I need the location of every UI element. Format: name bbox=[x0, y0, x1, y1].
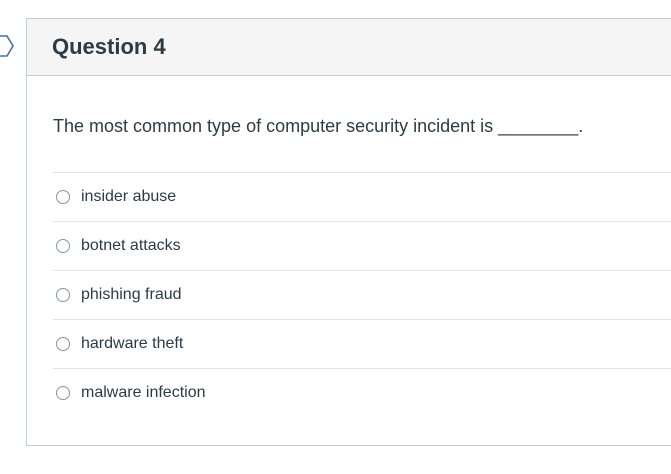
radio-button-icon[interactable] bbox=[56, 190, 70, 204]
question-text: The most common type of computer securit… bbox=[53, 116, 584, 136]
answer-list: insider abuse botnet attacks phishing fr… bbox=[53, 172, 671, 417]
answer-label[interactable]: insider abuse bbox=[81, 188, 176, 206]
question-header: Question 4 bbox=[27, 19, 671, 76]
radio-button-icon[interactable] bbox=[56, 288, 70, 302]
answer-option-phishing-fraud[interactable]: phishing fraud bbox=[53, 270, 671, 319]
radio-button-icon[interactable] bbox=[56, 239, 70, 253]
answer-option-hardware-theft[interactable]: hardware theft bbox=[53, 319, 671, 368]
answer-label[interactable]: malware infection bbox=[81, 384, 206, 402]
answer-label[interactable]: phishing fraud bbox=[81, 286, 182, 304]
question-title: Question 4 bbox=[52, 34, 166, 59]
answer-option-botnet-attacks[interactable]: botnet attacks bbox=[53, 221, 671, 270]
answer-label[interactable]: botnet attacks bbox=[81, 237, 181, 255]
radio-button-icon[interactable] bbox=[56, 386, 70, 400]
question-flag-icon[interactable] bbox=[0, 35, 14, 57]
radio-button-icon[interactable] bbox=[56, 337, 70, 351]
answer-option-insider-abuse[interactable]: insider abuse bbox=[53, 172, 671, 221]
answer-option-malware-infection[interactable]: malware infection bbox=[53, 368, 671, 417]
answer-label[interactable]: hardware theft bbox=[81, 335, 183, 353]
question-card: Question 4 The most common type of compu… bbox=[26, 18, 671, 446]
